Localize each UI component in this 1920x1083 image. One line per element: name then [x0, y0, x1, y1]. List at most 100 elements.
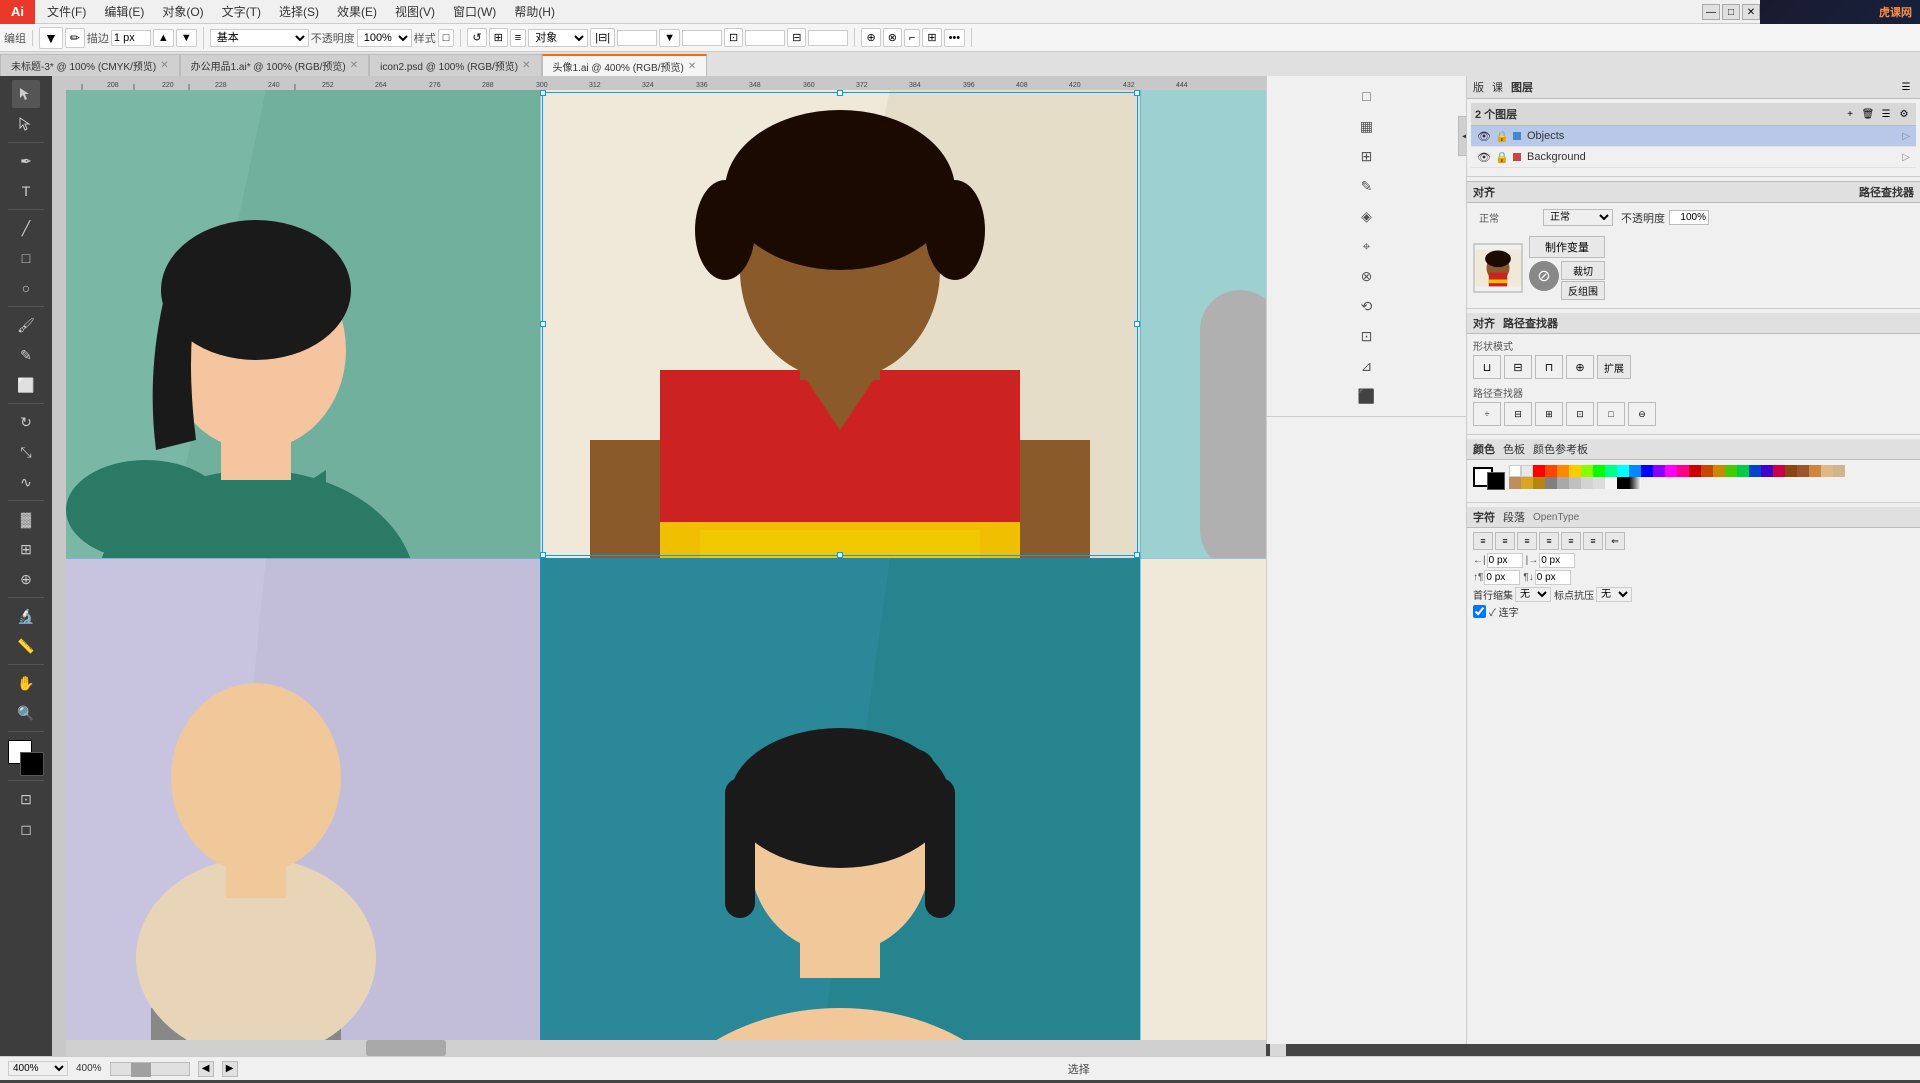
tool-blend[interactable]: ⊕: [12, 565, 40, 593]
x-options-btn[interactable]: ▼: [659, 29, 680, 47]
mini-scroll-thumb[interactable]: [131, 1063, 151, 1077]
panel-tab-align[interactable]: 课: [1492, 79, 1503, 95]
anchor-btn2[interactable]: ⊗: [883, 28, 902, 47]
panel-icon-6[interactable]: ⌖: [1355, 234, 1379, 258]
h-scroll-thumb[interactable]: [366, 1040, 446, 1056]
swatch-lgray[interactable]: [1521, 465, 1533, 477]
swatch-magenta[interactable]: [1665, 465, 1677, 477]
swatch-green-cyan[interactable]: [1605, 465, 1617, 477]
zoom-select[interactable]: 400% 200% 100% 50%: [8, 1061, 68, 1076]
panel-icon-5[interactable]: ◈: [1355, 204, 1379, 228]
tool-zoom[interactable]: 🔍: [12, 699, 40, 727]
refresh-btn[interactable]: ↺: [467, 28, 486, 47]
tab-0-close[interactable]: ✕: [160, 60, 168, 71]
swatch-brown3[interactable]: [1809, 465, 1821, 477]
tool-scale[interactable]: ⤡: [12, 438, 40, 466]
align-tab2[interactable]: 对齐: [1473, 315, 1495, 331]
swatch-yellow[interactable]: [1569, 465, 1581, 477]
tab-0[interactable]: 未标题-3* @ 100% (CMYK/预览) ✕: [0, 54, 180, 76]
menu-file[interactable]: 文件(F): [39, 1, 94, 22]
bg-color-box[interactable]: [1487, 472, 1505, 490]
anchor-btn1[interactable]: ⊕: [861, 28, 880, 47]
tool-eraser[interactable]: ⬜: [12, 371, 40, 399]
tool-pencil[interactable]: ✎: [12, 341, 40, 369]
arrange-btn[interactable]: ⊞: [922, 28, 941, 47]
swatch-cyan[interactable]: [1617, 465, 1629, 477]
color-box[interactable]: [8, 740, 44, 776]
corner-btn[interactable]: ⌐: [904, 29, 920, 47]
tab-2[interactable]: icon2.psd @ 100% (RGB/预览) ✕: [369, 54, 541, 76]
layer-eye-background[interactable]: 👁: [1477, 150, 1491, 164]
tool-text[interactable]: T: [12, 177, 40, 205]
width-input[interactable]: [745, 30, 785, 46]
menu-select[interactable]: 选择(S): [271, 1, 327, 22]
pf-divide-btn[interactable]: ÷: [1473, 402, 1501, 426]
tab-1-close[interactable]: ✕: [350, 60, 358, 71]
align-right-btn[interactable]: ≡: [1517, 532, 1537, 550]
distribute-btn[interactable]: |⊟|: [590, 28, 615, 47]
char-tab[interactable]: 字符: [1473, 509, 1495, 525]
tab-1[interactable]: 办公用品1.ai* @ 100% (RGB/预览) ✕: [180, 54, 370, 76]
panel-icon-4[interactable]: ✎: [1355, 174, 1379, 198]
para-tab[interactable]: 段落: [1503, 509, 1525, 525]
stroke-up[interactable]: ▲: [153, 29, 174, 47]
shape-exclude-btn[interactable]: ⊕: [1566, 355, 1594, 379]
scroll-right-btn[interactable]: ▶: [222, 1061, 238, 1077]
height-btn[interactable]: ⊟: [787, 28, 806, 47]
tool-warp[interactable]: ∿: [12, 468, 40, 496]
window-close[interactable]: ✕: [1742, 4, 1760, 20]
swatch-yellow-green[interactable]: [1581, 465, 1593, 477]
swatch-brown2[interactable]: [1797, 465, 1809, 477]
pf-outline-btn[interactable]: □: [1597, 402, 1625, 426]
swatch-rose-brown[interactable]: [1509, 477, 1521, 489]
canvas-area[interactable]: [66, 90, 1266, 1058]
space-before-input[interactable]: [1484, 570, 1520, 585]
layer-lock-objects[interactable]: 🔒: [1495, 129, 1509, 143]
align-left-btn[interactable]: ≡: [1473, 532, 1493, 550]
swatch-white[interactable]: [1509, 465, 1521, 477]
swatch-red[interactable]: [1533, 465, 1545, 477]
swatch-gainsboro[interactable]: [1593, 477, 1605, 489]
panel-menu-btn[interactable]: ☰: [1898, 79, 1914, 95]
tab-3[interactable]: 头像1.ai @ 400% (RGB/预览) ✕: [542, 54, 708, 76]
blend-mode-select[interactable]: 正常 溶解 正片叠底: [1543, 209, 1613, 226]
swatch-violet[interactable]: [1761, 465, 1773, 477]
panel-tab-layers[interactable]: 图层: [1511, 79, 1533, 95]
swatch-navy[interactable]: [1749, 465, 1761, 477]
swatch-orange[interactable]: [1557, 465, 1569, 477]
justify-all-btn[interactable]: ≡: [1561, 532, 1581, 550]
menu-view[interactable]: 视图(V): [387, 1, 443, 22]
pf-trim-btn[interactable]: ⊟: [1504, 402, 1532, 426]
swatch-gray[interactable]: [1545, 477, 1557, 489]
last-line-select[interactable]: 无: [1596, 587, 1632, 602]
swatch-med-green[interactable]: [1725, 465, 1737, 477]
stroke-profile-select[interactable]: 基本 宽度配置文件1: [210, 29, 309, 47]
more-btn[interactable]: •••: [944, 29, 966, 47]
transform-btn[interactable]: ⊞: [489, 28, 508, 47]
color-guide-tab[interactable]: 颜色参考板: [1533, 441, 1588, 457]
layer-expand-background[interactable]: ▷: [1902, 152, 1910, 163]
tool-paintbrush[interactable]: 🖌: [12, 311, 40, 339]
window-minimize[interactable]: —: [1702, 4, 1720, 20]
height-input[interactable]: [808, 30, 848, 46]
h-scrollbar[interactable]: [66, 1040, 1266, 1056]
swatch-teal-green[interactable]: [1737, 465, 1749, 477]
swatch-white-smoke[interactable]: [1605, 477, 1617, 489]
shape-unite-btn[interactable]: ⊔: [1473, 355, 1501, 379]
right-indent-input[interactable]: [1539, 553, 1575, 568]
tool-direct-select[interactable]: [12, 110, 40, 138]
tool-ellipse[interactable]: ○: [12, 274, 40, 302]
swatch-green[interactable]: [1593, 465, 1605, 477]
tool-select-btn[interactable]: ▼: [39, 27, 63, 49]
menu-text[interactable]: 文字(T): [214, 1, 269, 22]
swatch-crimson[interactable]: [1773, 465, 1785, 477]
pf-minus-back-btn[interactable]: ⊖: [1628, 402, 1656, 426]
tool-screen-mode[interactable]: ⊡: [12, 785, 40, 813]
panel-icon-11[interactable]: ⬛: [1355, 384, 1379, 408]
swatch-dark-orange[interactable]: [1701, 465, 1713, 477]
tool-gradient[interactable]: ▓: [12, 505, 40, 533]
swatch-gradient[interactable]: [1629, 477, 1641, 489]
shape-intersect-btn[interactable]: ⊓: [1535, 355, 1563, 379]
align-type-select[interactable]: 对象: [528, 29, 588, 47]
menu-effect[interactable]: 效果(E): [329, 1, 385, 22]
